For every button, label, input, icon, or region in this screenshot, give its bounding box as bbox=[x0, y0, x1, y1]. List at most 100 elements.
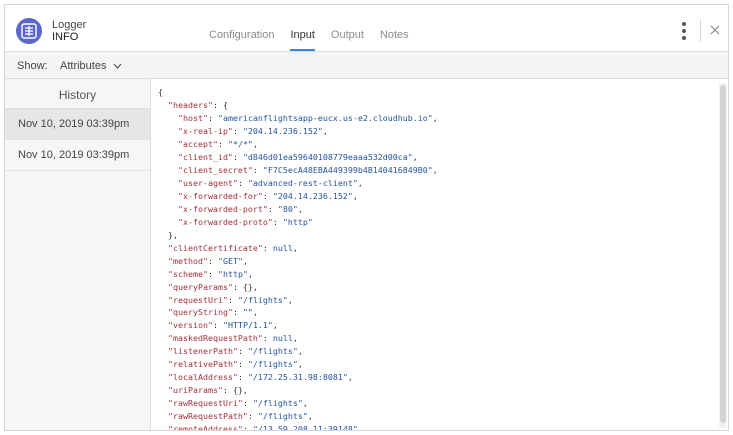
json-key: "user-agent" bbox=[177, 177, 238, 188]
json-value: "F7C5ecA48EBA449399b4B140416849B0" bbox=[262, 164, 433, 175]
history-sidebar: History Nov 10, 2019 03:39pm Nov 10, 201… bbox=[5, 79, 151, 430]
json-punct: , bbox=[297, 203, 303, 214]
json-punct: : bbox=[232, 307, 243, 318]
history-item[interactable]: Nov 10, 2019 03:39pm bbox=[5, 140, 150, 171]
json-punct: : bbox=[237, 346, 248, 357]
json-punct: : {}, bbox=[222, 385, 248, 396]
json-key: "headers" bbox=[168, 99, 213, 110]
json-punct: : bbox=[247, 411, 258, 422]
json-key: "rawRequestPath" bbox=[168, 411, 248, 422]
json-key: "client_id" bbox=[177, 151, 233, 162]
json-punct: , bbox=[432, 164, 438, 175]
json-punct bbox=[158, 359, 168, 369]
json-punct bbox=[158, 217, 178, 227]
json-punct: : bbox=[207, 268, 218, 279]
component-title: Logger INFO bbox=[52, 19, 86, 43]
json-punct: : bbox=[252, 164, 263, 175]
panel-header: Logger INFO Configuration Input Output N… bbox=[5, 5, 728, 51]
tab-notes[interactable]: Notes bbox=[380, 29, 409, 51]
json-punct bbox=[158, 269, 168, 279]
json-punct: : bbox=[232, 125, 243, 136]
json-punct bbox=[158, 178, 178, 188]
code-line: { bbox=[158, 86, 718, 99]
json-punct: : bbox=[242, 398, 253, 409]
code-line: "scheme": "http", bbox=[158, 268, 718, 281]
json-key: "host" bbox=[177, 112, 208, 123]
json-punct: : bbox=[262, 333, 273, 344]
json-key: "accept" bbox=[177, 138, 218, 149]
code-line: "x-forwarded-port": "80", bbox=[158, 203, 718, 216]
json-punct: , bbox=[412, 151, 418, 162]
code-line: }, bbox=[158, 229, 718, 242]
json-value: "GET" bbox=[217, 255, 243, 266]
json-punct: { bbox=[158, 87, 163, 97]
code-line: "x-forwarded-proto": "http" bbox=[158, 216, 718, 229]
json-punct: : bbox=[267, 203, 278, 214]
json-punct bbox=[158, 385, 168, 395]
json-punct: , bbox=[292, 242, 298, 253]
json-value: "d846d01ea59640108779eaaa532d00ca" bbox=[242, 151, 413, 162]
json-punct: : bbox=[212, 320, 223, 331]
code-line: "method": "GET", bbox=[158, 255, 718, 268]
json-punct bbox=[158, 411, 168, 421]
json-value: "*/*" bbox=[227, 138, 253, 149]
json-key: "localAddress" bbox=[168, 372, 238, 383]
json-key: "uriParams" bbox=[168, 385, 223, 396]
json-value: "HTTP/1.1" bbox=[222, 320, 273, 331]
scrollbar-thumb[interactable] bbox=[720, 85, 726, 423]
close-icon[interactable] bbox=[709, 24, 721, 36]
history-item[interactable]: Nov 10, 2019 03:39pm bbox=[5, 109, 150, 140]
code-line: "maskedRequestPath": null, bbox=[158, 332, 718, 345]
json-punct: : bbox=[272, 216, 283, 227]
tab-input[interactable]: Input bbox=[290, 29, 315, 51]
json-punct: , bbox=[297, 346, 303, 357]
json-key: "method" bbox=[168, 255, 208, 266]
json-value: "/172.25.31.98:8081" bbox=[247, 372, 348, 383]
json-punct: : {}, bbox=[232, 281, 258, 292]
code-line: "accept": "*/*", bbox=[158, 138, 718, 151]
json-punct bbox=[158, 398, 168, 408]
json-punct: , bbox=[302, 398, 308, 409]
json-value: null bbox=[272, 242, 293, 253]
json-punct: , bbox=[242, 255, 248, 266]
component-name: Logger bbox=[52, 19, 87, 31]
json-punct: : { bbox=[212, 99, 228, 110]
json-punct bbox=[158, 152, 178, 162]
code-line: "client_secret": "F7C5ecA48EBA449399b4B1… bbox=[158, 164, 718, 177]
json-value: "http" bbox=[217, 268, 248, 279]
json-value: "/flights" bbox=[247, 359, 298, 370]
json-key: "scheme" bbox=[168, 268, 208, 279]
kebab-menu-icon[interactable] bbox=[677, 21, 691, 41]
json-punct: : bbox=[262, 242, 273, 253]
json-value: "204.14.236.152" bbox=[272, 190, 353, 201]
code-line: "relativePath": "/flights", bbox=[158, 358, 718, 371]
tab-output[interactable]: Output bbox=[331, 29, 364, 51]
json-punct: : bbox=[262, 190, 273, 201]
json-punct: , bbox=[297, 359, 303, 370]
json-punct bbox=[158, 307, 168, 317]
json-value: "204.14.236.152" bbox=[242, 125, 323, 136]
json-punct: : bbox=[232, 151, 243, 162]
json-punct: , bbox=[252, 138, 258, 149]
json-punct bbox=[158, 256, 168, 266]
json-punct: , bbox=[357, 177, 363, 188]
json-viewer: { "headers": { "host": "americanflightsa… bbox=[152, 79, 718, 431]
tab-configuration[interactable]: Configuration bbox=[209, 29, 274, 51]
code-line: "headers": { bbox=[158, 99, 718, 112]
code-line: "queryParams": {}, bbox=[158, 281, 718, 294]
json-value: "/flights" bbox=[237, 294, 288, 305]
mule-logo-icon bbox=[16, 18, 42, 44]
code-line: "requestUri": "/flights", bbox=[158, 294, 718, 307]
header-divider bbox=[700, 20, 701, 42]
show-dropdown[interactable]: Attributes bbox=[60, 60, 122, 72]
json-punct bbox=[158, 100, 168, 110]
json-key: "maskedRequestPath" bbox=[168, 333, 263, 344]
json-punct bbox=[158, 424, 168, 430]
json-value: "/13.59.208.11:39148" bbox=[252, 424, 358, 431]
show-label: Show: bbox=[17, 60, 48, 72]
show-bar: Show: Attributes bbox=[5, 51, 728, 79]
json-value: "/flights" bbox=[257, 411, 308, 422]
component-level: INFO bbox=[52, 31, 79, 43]
json-punct bbox=[158, 333, 168, 343]
json-punct: }, bbox=[158, 229, 178, 240]
